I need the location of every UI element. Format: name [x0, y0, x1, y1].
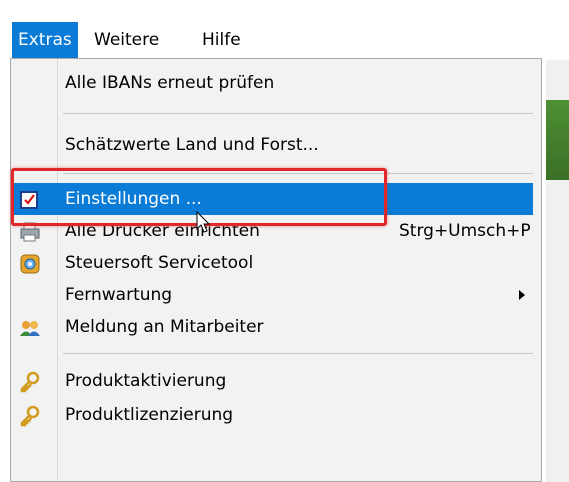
menu-item-meldung[interactable]: Meldung an Mitarbeiter [13, 311, 539, 343]
menu-item-label: Meldung an Mitarbeiter [65, 317, 264, 337]
menu-item-produktaktivierung[interactable]: Produktaktivierung [13, 365, 539, 397]
settings-checklist-icon [20, 191, 38, 209]
menu-item-einstellungen[interactable]: Einstellungen ... [13, 183, 533, 215]
menu-separator [63, 113, 533, 114]
menu-weitere[interactable]: Weitere [88, 22, 165, 58]
menu-item-label: Produktaktivierung [65, 371, 227, 391]
menu-item-fernwartung[interactable]: Fernwartung [13, 279, 539, 311]
menu-bar: Extras Weitere Hilfe [0, 0, 569, 60]
menu-item-produktlizenzierung[interactable]: Produktlizenzierung [13, 399, 539, 431]
key-icon [20, 371, 40, 393]
menu-item-label: Produktlizenzierung [65, 405, 234, 425]
users-icon [20, 321, 40, 336]
key-icon [20, 405, 40, 427]
menu-item-schaetzwerte[interactable]: Schätzwerte Land und Forst... [13, 129, 539, 161]
submenu-arrow-icon [519, 290, 525, 300]
menu-separator [63, 173, 533, 174]
menu-hilfe[interactable]: Hilfe [196, 22, 247, 58]
extras-dropdown-menu: Alle IBANs erneut prüfen Schätzwerte Lan… [10, 58, 542, 482]
menu-item-label: Alle Drucker einrichten [65, 221, 260, 241]
menu-item-drucker[interactable]: Alle Drucker einrichten Strg+Umsch+P [13, 215, 539, 247]
menu-item-shortcut: Strg+Umsch+P [399, 221, 531, 241]
menu-item-servicetool[interactable]: Steuersoft Servicetool [13, 247, 539, 279]
menu-separator [63, 353, 533, 354]
menu-item-label: Einstellungen ... [65, 189, 202, 209]
menu-item-label: Steuersoft Servicetool [65, 253, 254, 273]
menu-item-label: Alle IBANs erneut prüfen [65, 73, 275, 93]
app-toolbar-strip [546, 100, 569, 180]
menu-extras[interactable]: Extras [12, 22, 78, 58]
menu-item-label: Schätzwerte Land und Forst... [65, 135, 319, 155]
app-background [546, 60, 569, 482]
service-tool-icon [20, 254, 40, 274]
printer-icon [20, 222, 40, 242]
menu-item-label: Fernwartung [65, 285, 173, 305]
menu-item-iban-pruefen[interactable]: Alle IBANs erneut prüfen [13, 67, 539, 99]
mouse-cursor-icon [196, 211, 211, 233]
